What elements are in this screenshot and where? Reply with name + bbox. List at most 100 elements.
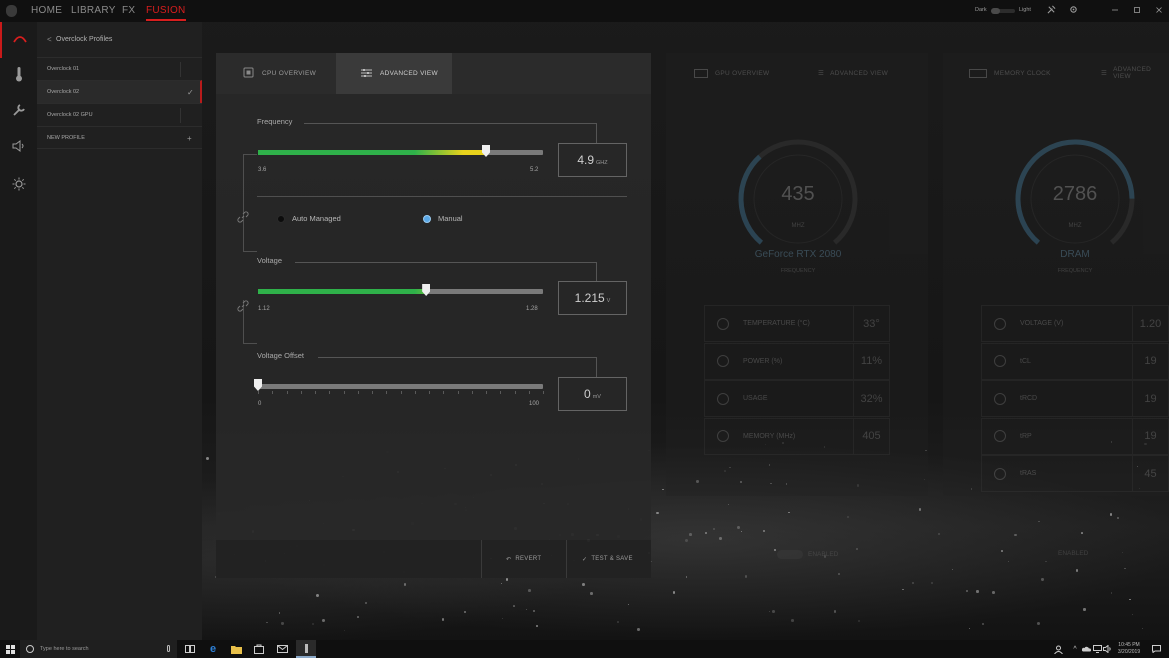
profile-label: Overclock 02: [47, 89, 80, 95]
windows-start-icon[interactable]: [4, 640, 16, 658]
tick-mark: [400, 391, 402, 394]
microphone-icon[interactable]: [167, 645, 170, 652]
maximize-icon[interactable]: [1131, 5, 1143, 17]
back-chevron-icon[interactable]: <: [47, 35, 52, 44]
taskbar-search[interactable]: Type here to search: [20, 640, 177, 658]
tab-cpu-overview[interactable]: CPU OVERVIEW: [216, 53, 336, 94]
metric-value: 19: [1132, 381, 1168, 416]
app-taskbar-icon[interactable]: [296, 640, 316, 658]
nav-home[interactable]: HOME: [31, 5, 62, 16]
particle: [344, 629, 346, 631]
particle: [727, 503, 729, 505]
particle: [918, 508, 922, 512]
bolt-icon: [994, 317, 1006, 330]
onedrive-icon[interactable]: [1081, 640, 1091, 658]
particle: [684, 538, 688, 542]
close-icon[interactable]: [1153, 5, 1165, 17]
tab-gpu-overview[interactable]: GPU OVERVIEW: [694, 53, 769, 93]
frequency-slider[interactable]: [258, 145, 543, 157]
particle: [656, 511, 659, 515]
tick-mark: [514, 391, 516, 394]
profile-item[interactable]: Overclock 02 GPU: [37, 103, 202, 126]
tick-mark: [486, 391, 487, 394]
voltage-slider-handle[interactable]: [422, 284, 431, 296]
edge-browser-icon[interactable]: e: [206, 640, 220, 658]
taskbar: Type here to search e ^ 10:45 PM 3/20/20…: [0, 640, 1169, 658]
tick-mark: [543, 391, 544, 394]
minimize-icon[interactable]: [1109, 5, 1121, 17]
voltage-offset-slider-handle[interactable]: [254, 379, 262, 391]
tick-mark: [329, 391, 331, 394]
manual-radio[interactable]: Manual: [423, 214, 463, 223]
frequency-value-field[interactable]: 4.9 GHZ: [558, 143, 627, 177]
link-icon[interactable]: [237, 299, 249, 317]
tab-label: CPU OVERVIEW: [262, 70, 317, 77]
theme-toggle[interactable]: [991, 8, 1015, 14]
metric-value: 1.20: [1132, 306, 1168, 341]
tick-mark: [457, 391, 459, 394]
particle: [1121, 551, 1124, 554]
particle: [938, 533, 940, 535]
particle: [672, 591, 676, 594]
nav-library[interactable]: LIBRARY: [71, 5, 116, 16]
link-icon[interactable]: [237, 210, 249, 228]
new-profile-button[interactable]: NEW PROFILE +: [37, 126, 202, 149]
voltage-slider[interactable]: [258, 284, 543, 296]
offset-min: 0: [258, 401, 262, 407]
network-icon[interactable]: [1092, 640, 1102, 658]
tab-memory-advanced[interactable]: ☰ ADVANCED VIEW: [1101, 53, 1169, 93]
store-icon[interactable]: [252, 640, 266, 658]
gpu-enabled-toggle[interactable]: ENABLED: [777, 550, 838, 559]
metric-value: 19: [1132, 343, 1168, 379]
particle: [1131, 613, 1134, 615]
profile-item-selected[interactable]: Overclock 02 ✓: [37, 80, 202, 103]
particle: [911, 581, 915, 585]
voltage-value-field[interactable]: 1.215 V: [558, 281, 627, 315]
auto-managed-radio[interactable]: Auto Managed: [277, 214, 341, 223]
particle: [581, 583, 585, 587]
frequency-slider-handle[interactable]: [482, 145, 490, 157]
rail-audio[interactable]: [0, 130, 37, 166]
notifications-icon[interactable]: [1150, 640, 1162, 658]
check-icon: ✓: [582, 556, 588, 563]
tools-icon[interactable]: [1045, 5, 1057, 17]
task-view-icon[interactable]: [183, 640, 197, 658]
tab-cpu-advanced[interactable]: ADVANCED VIEW: [336, 53, 452, 94]
file-explorer-icon[interactable]: [229, 640, 243, 658]
particle: [281, 622, 284, 625]
metric-row: tRP 19: [981, 417, 1169, 455]
frequency-value: 4.9: [577, 153, 595, 167]
rail-fusion[interactable]: [0, 22, 37, 58]
metric-row: tRAS 45: [981, 455, 1169, 492]
particle: [838, 572, 840, 575]
rail-lighting[interactable]: [0, 168, 37, 204]
revert-button[interactable]: ↶ REVERT: [481, 540, 566, 578]
tab-gpu-advanced[interactable]: ☰ ADVANCED VIEW: [818, 53, 888, 93]
particle: [403, 583, 407, 587]
rail-temperature[interactable]: [0, 58, 37, 94]
gpu-gauge-unit: MHZ: [791, 223, 805, 229]
metric-row: tRCD 19: [981, 380, 1169, 417]
mail-icon[interactable]: [275, 640, 289, 658]
taskbar-clock[interactable]: 10:45 PM 3/20/2019: [1110, 642, 1148, 656]
offset-value-field[interactable]: 0 mV: [558, 377, 627, 411]
nav-fusion[interactable]: FUSION: [146, 5, 186, 21]
particle: [857, 619, 861, 623]
rail-tools[interactable]: [0, 94, 37, 130]
app-window: HOME LIBRARY FX FUSION Dark Light < Over…: [0, 0, 1169, 658]
nav-fx[interactable]: FX: [122, 5, 135, 16]
particle: [1081, 531, 1083, 534]
test-save-button[interactable]: ✓ TEST & SAVE: [566, 540, 651, 578]
voltage-offset-slider[interactable]: [254, 379, 543, 391]
particle: [1129, 598, 1131, 601]
metric-label: TEMPERATURE (°C): [743, 320, 810, 327]
settings-gear-icon[interactable]: [1067, 5, 1079, 17]
tab-memory-overview[interactable]: MEMORY CLOCK: [969, 53, 1051, 93]
profile-item[interactable]: Overclock 01: [37, 57, 202, 80]
people-icon[interactable]: [1052, 640, 1064, 658]
wrench-icon: [717, 355, 729, 367]
cpu-tabstrip: CPU OVERVIEW ADVANCED VIEW: [216, 53, 651, 94]
link-line: [243, 154, 257, 155]
chevron-up-icon[interactable]: ^: [1070, 640, 1080, 658]
thermometer-icon: [15, 66, 23, 87]
